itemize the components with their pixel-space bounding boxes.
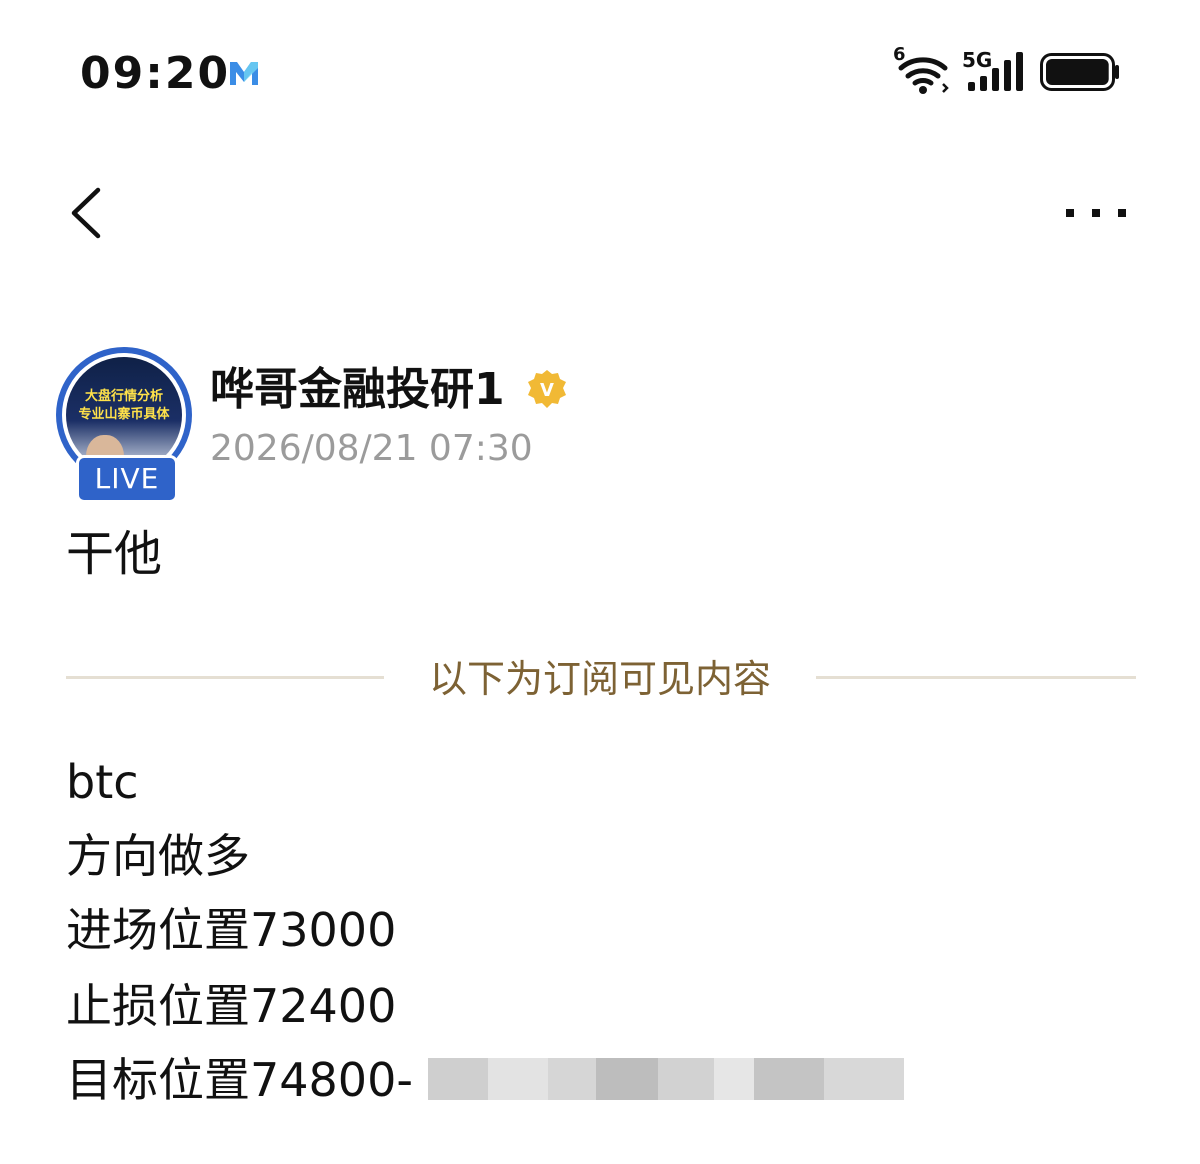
chevron-left-icon (71, 187, 101, 239)
redaction-block (548, 1058, 596, 1100)
redaction-block (488, 1058, 548, 1100)
wifi-status: 6 (893, 44, 953, 96)
verified-badge-icon: V (528, 370, 566, 408)
content-line-stop-loss: 止损位置72400 (66, 979, 397, 1033)
author-avatar[interactable]: 大盘行情分析 专业山寨币具体 LIVE (56, 347, 196, 507)
content-line-direction: 方向做多 (66, 829, 250, 883)
verified-badge-letter: V (540, 380, 554, 401)
live-badge: LIVE (76, 455, 178, 503)
divider-line-left (66, 676, 384, 679)
content-line-target: 目标位置74800- (66, 1053, 413, 1107)
redaction-block (428, 1058, 488, 1100)
author-name[interactable]: 哗哥金融投研1 (210, 360, 505, 420)
signal-bars-icon (968, 52, 1023, 91)
divider-line-right (816, 676, 1136, 679)
m-app-icon (230, 62, 258, 85)
cellular-status: 5G (960, 48, 1026, 94)
more-options-button[interactable] (1056, 190, 1136, 236)
content-line-asset: btc (66, 755, 139, 809)
redaction-block (596, 1058, 658, 1100)
back-button[interactable] (60, 180, 120, 244)
status-time: 09:20 (80, 48, 231, 99)
battery-icon (1040, 53, 1119, 91)
redaction-block (824, 1058, 904, 1100)
redaction-block (714, 1058, 754, 1100)
post-timestamp: 2026/08/21 07:30 (210, 428, 533, 469)
wifi-icon (898, 57, 949, 94)
redaction-block (658, 1058, 714, 1100)
avatar-text-line-1: 大盘行情分析 (84, 389, 163, 404)
status-bar: 09:20 6 5G (0, 0, 1200, 140)
more-dots-icon (1066, 209, 1126, 217)
redaction-block (754, 1058, 824, 1100)
post-title: 干他 (66, 526, 163, 582)
subscription-divider-label: 以下为订阅可见内容 (428, 657, 771, 701)
avatar-text-line-2: 专业山寨币具体 (78, 407, 170, 422)
redacted-target-values (428, 1058, 904, 1100)
content-line-entry: 进场位置73000 (66, 903, 397, 957)
